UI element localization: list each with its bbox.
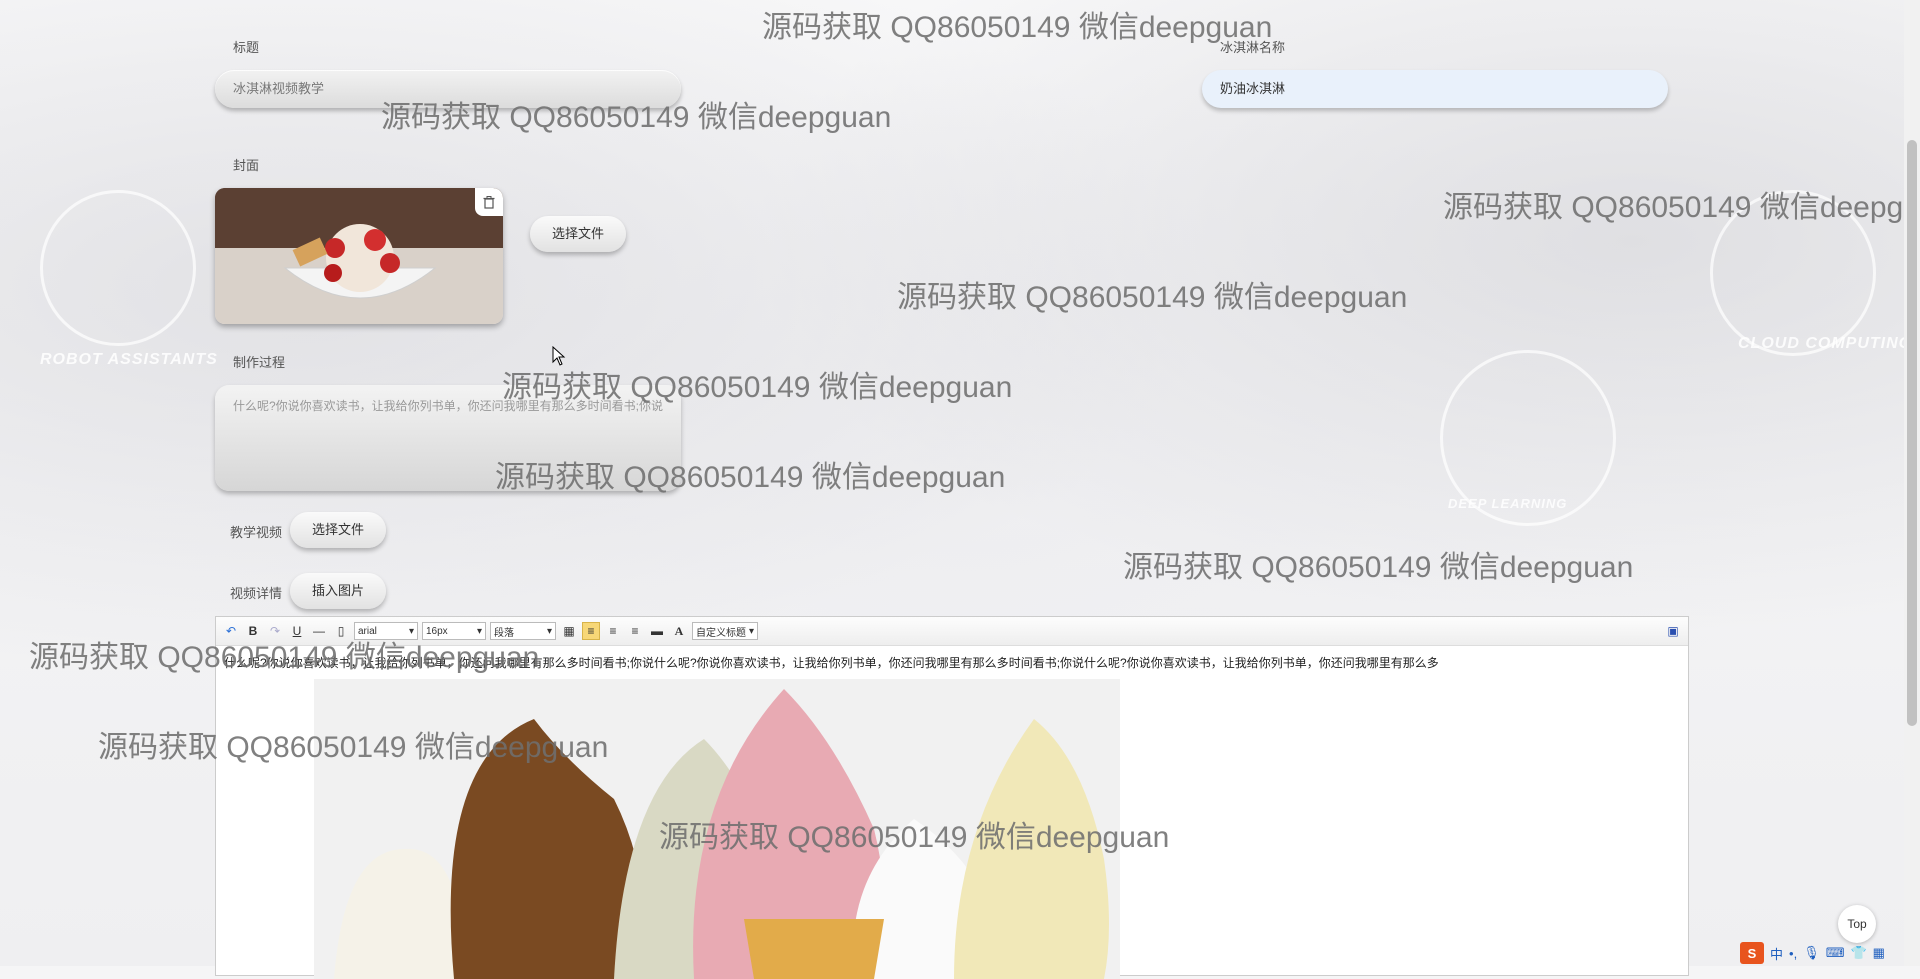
watermark: 源码获取 QQ86050149 微信deepguan bbox=[1123, 551, 1634, 584]
punctuation-icon[interactable]: •, bbox=[1789, 946, 1797, 961]
align-right-icon[interactable]: ≡ bbox=[604, 622, 622, 640]
insert-image-button[interactable]: 插入图片 bbox=[290, 573, 387, 609]
watermark: 源码获取 QQ86050149 微信deepguan bbox=[897, 281, 1408, 314]
watermark: 源码获取 QQ86050149 微信deepguan bbox=[381, 101, 892, 134]
bg-deep-text: DEEP LEARNING bbox=[1448, 496, 1568, 511]
mouse-cursor-icon bbox=[552, 346, 566, 366]
title-label: 标题 bbox=[233, 40, 260, 55]
table-icon[interactable]: ▦ bbox=[560, 622, 578, 640]
keyboard-icon[interactable]: ⌨ bbox=[1826, 945, 1845, 961]
watermark: 源码获取 QQ86050149 微信deepguan bbox=[502, 371, 1013, 404]
watermark: 源码获取 QQ86050149 微信deepguan bbox=[29, 641, 540, 674]
microphone-icon[interactable]: 🎙 bbox=[1803, 945, 1820, 961]
bg-circle-left bbox=[40, 190, 196, 346]
detail-label: 视频详情 bbox=[230, 586, 283, 601]
scrollbar-thumb[interactable] bbox=[1907, 140, 1917, 726]
ime-toolbar[interactable]: S 中 •, 🎙 ⌨ 👕 ▦ bbox=[1740, 940, 1920, 966]
video-choose-file-button[interactable]: 选择文件 bbox=[290, 512, 387, 548]
watermark: 源码获取 QQ86050149 微信deepguan bbox=[659, 821, 1170, 854]
page-scrollbar[interactable] bbox=[1904, 0, 1920, 966]
ice-cream-sundae-illustration bbox=[215, 188, 503, 324]
cover-label: 封面 bbox=[233, 158, 260, 173]
cover-image bbox=[215, 188, 503, 324]
name-input[interactable]: 奶油冰淇淋 bbox=[1202, 70, 1668, 108]
align-justify-icon[interactable]: ▬ bbox=[648, 622, 666, 640]
delete-cover-icon[interactable] bbox=[475, 188, 503, 216]
grid-menu-icon[interactable]: ▦ bbox=[1873, 945, 1885, 961]
align-center-icon[interactable]: ≡ bbox=[626, 622, 644, 640]
bg-cloud-text: CLOUD COMPUTING bbox=[1738, 335, 1913, 352]
watermark: 源码获取 QQ86050149 微信deepguan bbox=[1443, 191, 1920, 224]
cover-choose-file-button[interactable]: 选择文件 bbox=[530, 216, 627, 252]
align-left-icon[interactable]: ≡ bbox=[582, 622, 600, 640]
bg-robot-text: ROBOT ASSISTANTS bbox=[40, 351, 218, 368]
custom-title-select[interactable]: 自定义标题 ▾ bbox=[692, 622, 758, 640]
fullscreen-icon[interactable]: ▣ bbox=[1664, 622, 1682, 640]
skin-icon[interactable]: 👕 bbox=[1850, 945, 1866, 961]
watermark: 源码获取 QQ86050149 微信deepguan bbox=[762, 11, 1273, 44]
ime-language[interactable]: 中 bbox=[1770, 944, 1783, 963]
chevron-down-icon: ▾ bbox=[748, 625, 754, 637]
watermark: 源码获取 QQ86050149 微信deepguan bbox=[495, 461, 1006, 494]
watermark: 源码获取 QQ86050149 微信deepguan bbox=[98, 731, 609, 764]
video-label: 教学视频 bbox=[230, 525, 283, 540]
font-color-icon[interactable]: A bbox=[670, 622, 688, 640]
custom-title-value: 自定义标题 bbox=[696, 627, 746, 639]
back-to-top-button[interactable]: Top bbox=[1838, 905, 1876, 943]
sogou-logo-icon: S bbox=[1740, 942, 1764, 964]
process-label: 制作过程 bbox=[233, 355, 286, 370]
chevron-down-icon: ▾ bbox=[546, 625, 552, 637]
